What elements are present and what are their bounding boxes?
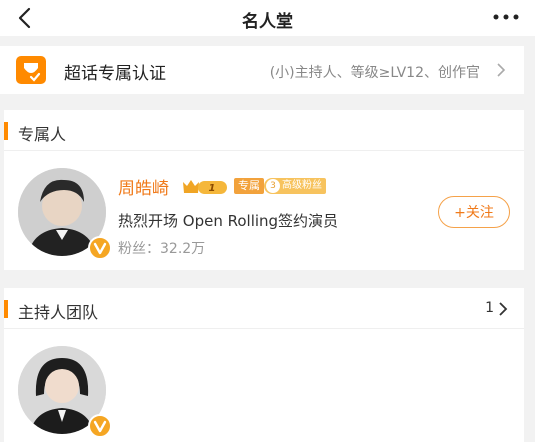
section-header: 专属人 <box>4 110 524 151</box>
host-team-section: 主持人团队 1 <box>4 288 524 442</box>
more-options-icon[interactable] <box>493 14 519 20</box>
top-bar: 名人堂 <box>0 0 535 36</box>
fan-tag-label: 高级粉丝 <box>282 180 322 191</box>
exclusive-tag: 专属 <box>234 178 264 194</box>
section-accent-bar <box>4 300 8 318</box>
host-count: 1 <box>485 300 494 316</box>
chevron-right-icon <box>497 63 506 77</box>
section-title: 主持人团队 <box>18 303 99 322</box>
person-name[interactable]: 周皓崎 <box>118 174 169 199</box>
follow-button[interactable]: +关注 <box>438 196 510 228</box>
section-header[interactable]: 主持人团队 1 <box>4 288 524 329</box>
verified-badge-icon <box>88 236 112 260</box>
certification-icon <box>16 56 46 84</box>
level-number: 1 <box>209 183 216 194</box>
fan-tag-level: 3 <box>266 179 280 193</box>
exclusive-person-section: 专属人 周皓崎 1 专属 3 高级粉丝 热烈开场 Open Rolling签约演员 <box>4 110 524 270</box>
section-accent-bar <box>4 122 8 140</box>
section-title: 专属人 <box>18 125 67 144</box>
level-badge: 1 <box>182 178 228 196</box>
page-title: 名人堂 <box>242 12 293 32</box>
certification-title: 超话专属认证 <box>64 64 166 84</box>
chevron-right-icon <box>499 302 508 316</box>
exclusive-certification-row[interactable]: 超话专属认证 (小)主持人、等级≥LV12、创作官 <box>0 46 524 94</box>
senior-fan-tag: 3 高级粉丝 <box>264 178 326 194</box>
fans-count: 粉丝：32.2万 <box>118 241 206 257</box>
verified-badge-icon <box>88 414 112 438</box>
person-description: 热烈开场 Open Rolling签约演员 <box>118 212 339 230</box>
person-card[interactable]: 周皓崎 1 专属 3 高级粉丝 热烈开场 Open Rolling签约演员 粉丝：… <box>4 156 524 270</box>
certification-description: (小)主持人、等级≥LV12、创作官 <box>269 65 480 81</box>
